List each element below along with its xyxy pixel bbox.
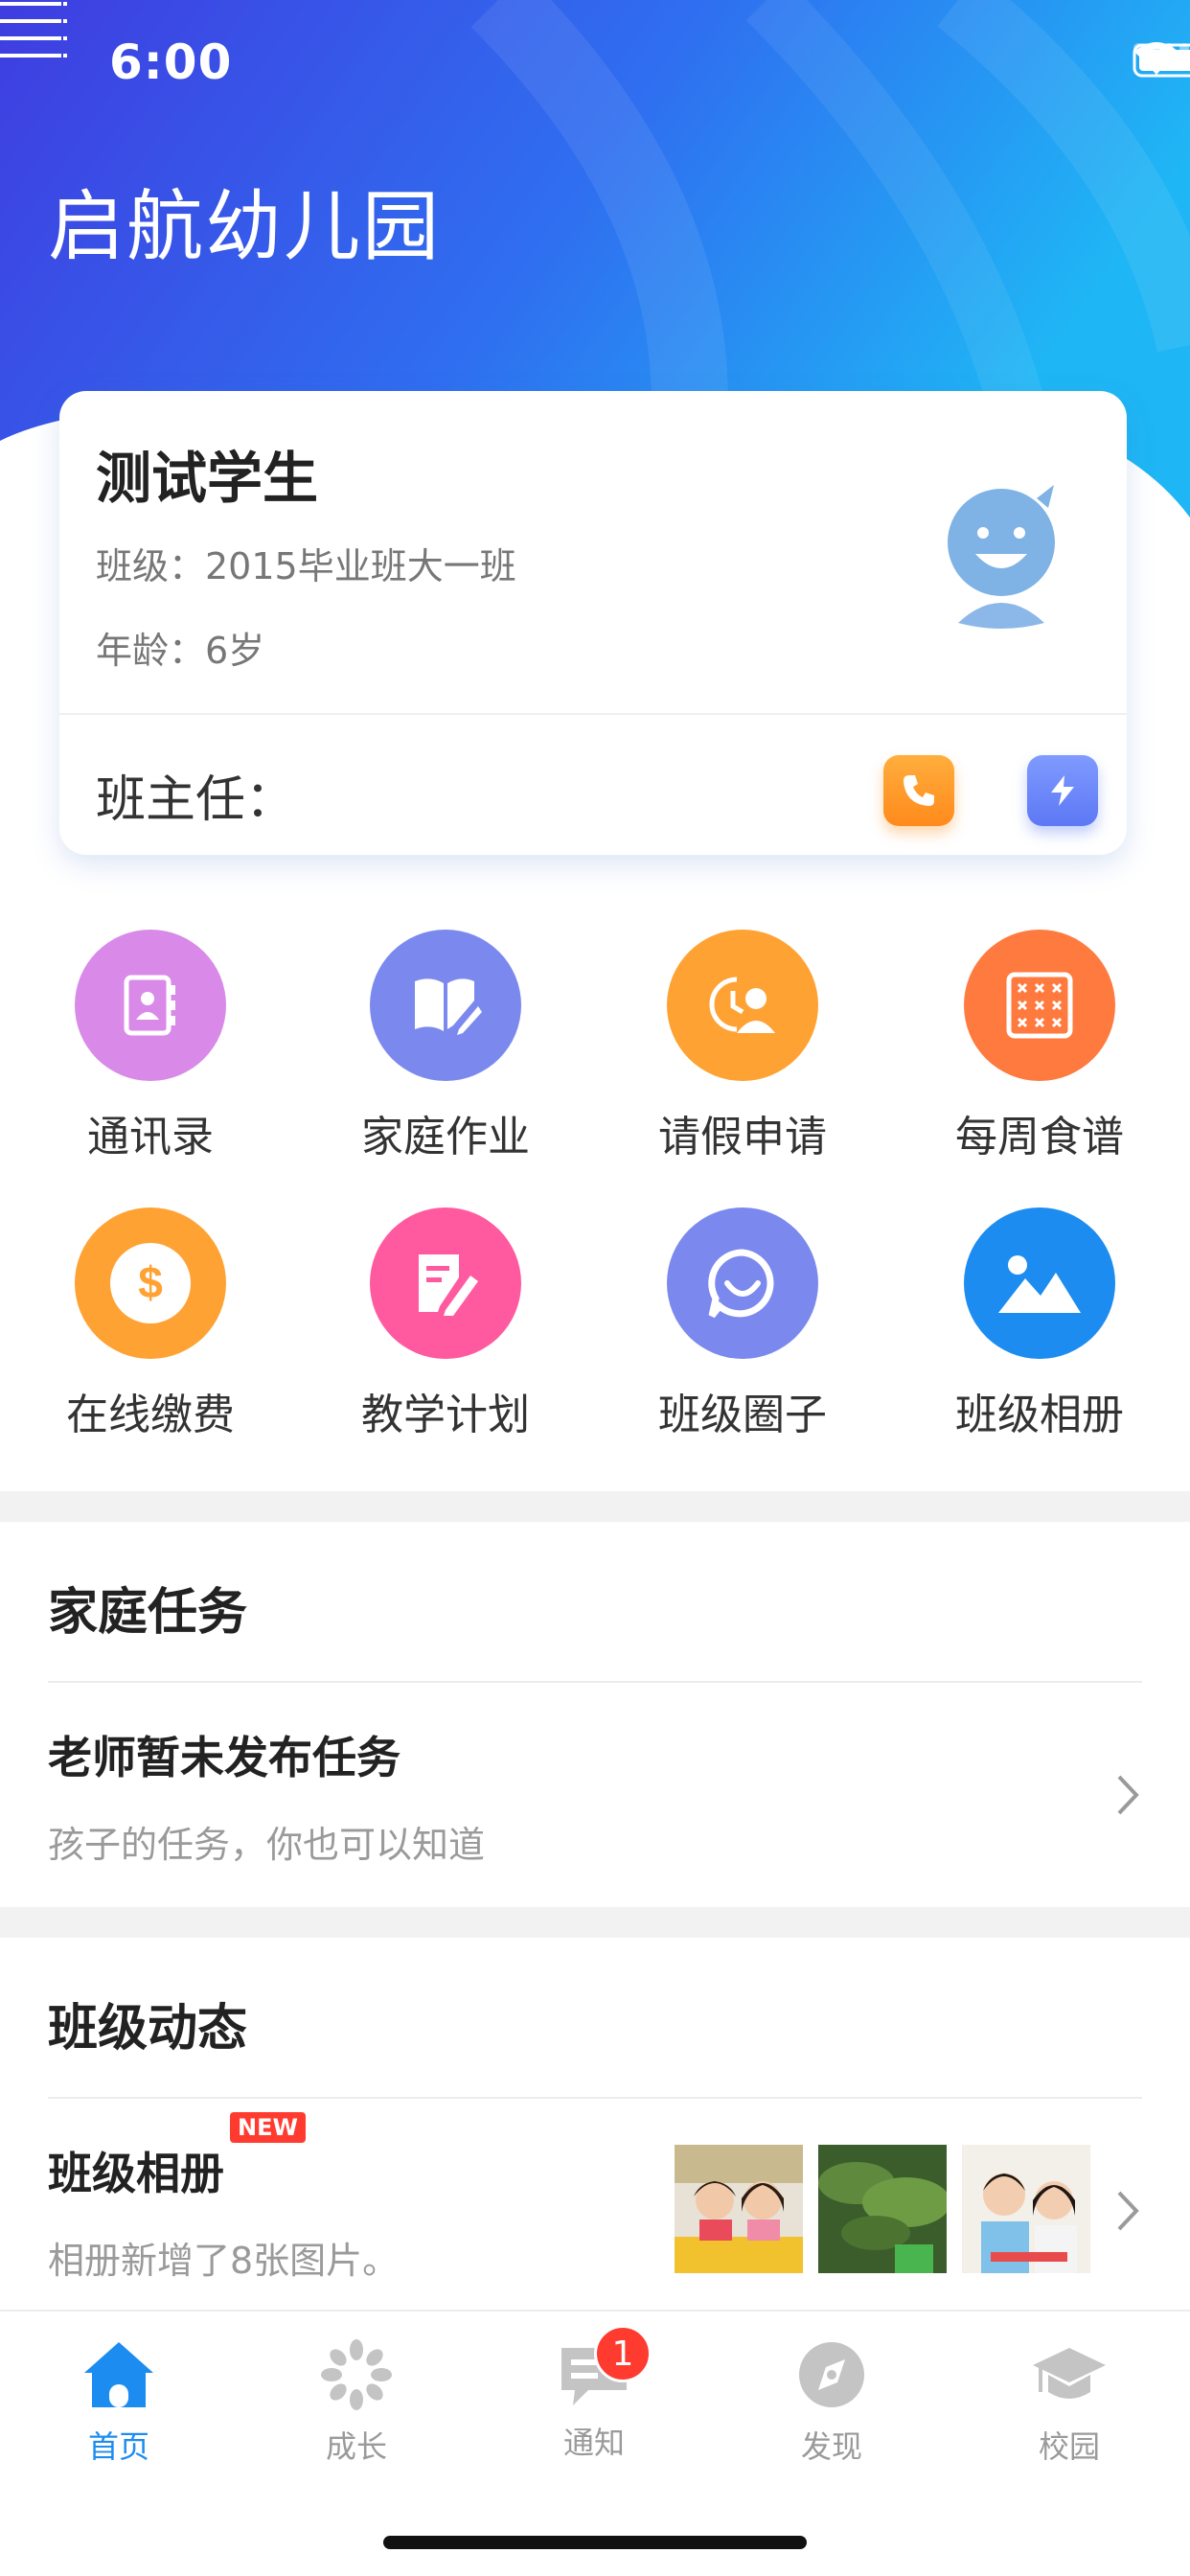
grid-label: 每周食谱 [955, 1113, 1124, 1162]
svg-text:$: $ [138, 1257, 163, 1307]
leave-request-icon [667, 930, 818, 1081]
grid-label: 请假申请 [658, 1113, 827, 1162]
album-thumbnail [962, 2145, 1090, 2273]
student-age: 年龄：6岁 [96, 630, 265, 672]
message-teacher-button[interactable] [1027, 755, 1098, 826]
grid-label: 通讯录 [87, 1113, 214, 1162]
album-thumbnail [818, 2145, 947, 2273]
student-name: 测试学生 [96, 446, 319, 511]
family-task-row-title: 老师暂未发布任务 [48, 1732, 400, 1783]
grid-item-contacts[interactable]: 通讯录 [2, 930, 299, 1163]
grid-item-weekly-menu[interactable]: 每周食谱 [891, 930, 1188, 1163]
tab-growth[interactable]: 成长 [238, 2338, 475, 2467]
grid-item-class-album[interactable]: 班级相册 [891, 1208, 1188, 1441]
tab-label: 通知 [562, 2425, 625, 2461]
student-card[interactable]: 测试学生 班级：2015毕业班大一班 年龄：6岁 班主任： [59, 391, 1127, 855]
page-title: 启航幼儿园 [48, 182, 441, 271]
class-album-row-subtitle: 相册新增了8张图片。 [48, 2240, 400, 2282]
grid-item-leave-request[interactable]: 请假申请 [594, 930, 891, 1163]
home-icon [84, 2342, 153, 2407]
tab-discover[interactable]: 发现 [713, 2338, 950, 2467]
phone-icon [904, 775, 934, 806]
status-bar: 6:00 [0, 0, 1190, 126]
notification-icon-wrap: 1 [556, 2325, 652, 2411]
section-separator [0, 1491, 1190, 1522]
tab-campus[interactable]: 校园 [950, 2338, 1188, 2467]
grid-label: 在线缴费 [66, 1391, 235, 1439]
plan-edit-icon [370, 1208, 521, 1359]
tab-label: 校园 [1038, 2428, 1100, 2465]
grid-item-class-circle[interactable]: 班级圈子 [594, 1208, 891, 1441]
menu-grid-icon [964, 930, 1115, 1081]
grid-label: 家庭作业 [361, 1113, 530, 1162]
grid-label: 班级圈子 [658, 1391, 827, 1439]
grid-item-online-payment[interactable]: $ 在线缴费 [2, 1208, 299, 1441]
grid-item-teaching-plan[interactable]: 教学计划 [297, 1208, 594, 1441]
lightning-chat-icon [1051, 775, 1074, 806]
call-teacher-button[interactable] [883, 755, 954, 826]
chevron-right-icon [1117, 1775, 1139, 1815]
status-time: 6:00 [109, 34, 233, 90]
menu-icon[interactable] [0, 0, 67, 58]
tab-label: 发现 [800, 2428, 862, 2465]
contacts-icon [75, 930, 226, 1081]
class-news-title: 班级动态 [48, 2000, 248, 2058]
section-divider [48, 2097, 1142, 2099]
family-tasks-title: 家庭任务 [48, 1584, 248, 1642]
growth-icon [321, 2339, 392, 2410]
grid-label: 教学计划 [361, 1391, 530, 1439]
class-album-row-title: 班级相册 [48, 2148, 224, 2199]
campus-icon [1033, 2348, 1106, 2399]
family-task-row-subtitle: 孩子的任务，你也可以知道 [48, 1824, 486, 1866]
tab-label: 首页 [87, 2428, 149, 2465]
tab-label: 成长 [325, 2428, 387, 2465]
card-divider [59, 713, 1127, 715]
book-edit-icon [370, 930, 521, 1081]
album-thumbnails [675, 2145, 1090, 2273]
section-separator [0, 1907, 1190, 1938]
grid-item-homework[interactable]: 家庭作业 [297, 930, 594, 1163]
student-class: 班级：2015毕业班大一班 [96, 545, 516, 587]
new-badge: NEW [230, 2112, 306, 2143]
battery-icon [1133, 43, 1190, 78]
chat-smile-icon [667, 1208, 818, 1359]
notification-count-badge: 1 [594, 2325, 652, 2382]
home-indicator [383, 2536, 807, 2549]
dollar-icon: $ [75, 1208, 226, 1359]
tab-notifications[interactable]: 1 通知 [475, 2325, 713, 2463]
head-teacher-label: 班主任： [96, 771, 296, 829]
compass-icon [799, 2342, 864, 2407]
tab-home[interactable]: 首页 [0, 2338, 238, 2467]
student-avatar-icon [948, 485, 1055, 629]
section-divider [48, 1681, 1142, 1683]
grid-label: 班级相册 [955, 1391, 1124, 1439]
album-thumbnail [675, 2145, 803, 2273]
chevron-right-icon [1117, 2191, 1139, 2231]
image-icon [964, 1208, 1115, 1359]
